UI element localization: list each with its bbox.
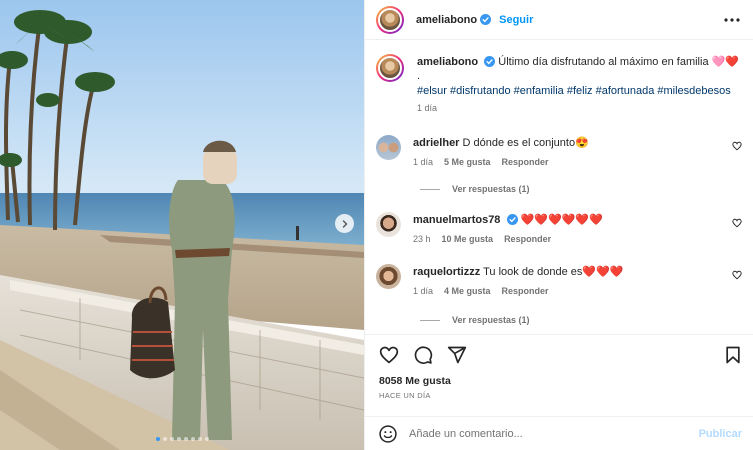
verified-icon: [506, 214, 518, 225]
commenter-avatar[interactable]: [376, 212, 401, 237]
comments-section[interactable]: ameliabono Último día disfrutando al máx…: [365, 40, 753, 334]
author-avatar[interactable]: [376, 5, 404, 34]
reply-button[interactable]: Responder: [502, 157, 549, 167]
add-comment-bar: Añade un comentario... Publicar: [365, 416, 753, 450]
comment-username[interactable]: raquelortizzz: [413, 266, 480, 278]
comment-text: ❤️❤️❤️❤️❤️❤️: [520, 214, 603, 226]
comment-like-button[interactable]: [732, 141, 742, 154]
comment-item: raquelortizzz Tu look de donde es❤️❤️❤️ …: [376, 264, 742, 296]
post-panel: ameliabono Seguir ameliabono Último día …: [364, 0, 753, 450]
chevron-right-icon: [342, 219, 347, 228]
commenter-avatar[interactable]: [376, 264, 401, 289]
hashtag[interactable]: #feliz: [567, 85, 593, 97]
comment-age[interactable]: 1 día: [413, 286, 433, 296]
view-replies-label: Ver respuestas (1): [452, 184, 530, 194]
comment-likes[interactable]: 4 Me gusta: [444, 286, 491, 296]
post-actions: 8058 Me gusta HACE UN DÍA: [365, 334, 753, 416]
comment-button[interactable]: [413, 345, 433, 365]
heart-icon: [732, 141, 742, 151]
emoji-button[interactable]: [378, 424, 398, 444]
carousel-dot: [204, 437, 209, 441]
verified-icon: [484, 56, 496, 67]
comment-age[interactable]: 1 día: [413, 157, 433, 167]
carousel-indicator: [0, 437, 364, 441]
more-icon: [724, 17, 740, 22]
comment-age[interactable]: 23 h: [413, 234, 431, 244]
comment-input[interactable]: Añade un comentario...: [409, 428, 699, 440]
carousel-dot: [162, 437, 167, 441]
heart-icon: [732, 270, 742, 280]
post-header: ameliabono Seguir: [365, 0, 753, 40]
carousel-dot: [190, 437, 195, 441]
view-replies-label: Ver respuestas (1): [452, 315, 530, 325]
caption-text: Último día disfrutando al máximo en fami…: [498, 56, 740, 68]
view-replies-button[interactable]: Ver respuestas (1): [420, 315, 530, 325]
comment-username[interactable]: manuelmartos78: [413, 214, 500, 226]
bookmark-icon: [726, 346, 740, 364]
author-username[interactable]: ameliabono: [416, 14, 477, 26]
comment-icon: [414, 346, 433, 364]
caption-dot: .: [417, 70, 421, 82]
carousel-next-button[interactable]: [335, 214, 354, 233]
share-icon: [447, 346, 467, 364]
beach-photo: [0, 0, 364, 450]
comment-likes[interactable]: 10 Me gusta: [442, 234, 494, 244]
heart-icon: [732, 218, 742, 228]
hashtag[interactable]: #disfrutando: [450, 85, 511, 97]
comment-item: adrielher D dónde es el conjunto😍 1 día …: [376, 135, 742, 167]
commenter-avatar[interactable]: [376, 135, 401, 160]
hashtag[interactable]: #milesdebesos: [657, 85, 730, 97]
caption-age[interactable]: 1 día: [417, 103, 437, 113]
comment-like-button[interactable]: [732, 270, 742, 283]
reply-button[interactable]: Responder: [502, 286, 549, 296]
carousel-dot: [155, 437, 160, 441]
hashtag[interactable]: #enfamilia: [514, 85, 564, 97]
post-timestamp: HACE UN DÍA: [379, 391, 431, 400]
heart-icon: [379, 346, 399, 364]
comment-username[interactable]: adrielher: [413, 137, 459, 149]
caption-username[interactable]: ameliabono: [417, 56, 478, 68]
comment-like-button[interactable]: [732, 218, 742, 231]
like-button[interactable]: [379, 345, 399, 365]
carousel-dot: [176, 437, 181, 441]
more-options-button[interactable]: [723, 17, 741, 23]
save-button[interactable]: [724, 345, 742, 365]
carousel-dot: [169, 437, 174, 441]
post-photo[interactable]: [0, 0, 364, 450]
comment-item: manuelmartos78 ❤️❤️❤️❤️❤️❤️ 23 h 10 Me g…: [376, 212, 742, 244]
author-avatar[interactable]: [376, 54, 404, 82]
hashtag[interactable]: #afortunada: [596, 85, 655, 97]
post-caption: ameliabono Último día disfrutando al máx…: [376, 54, 742, 113]
verified-icon: [480, 14, 492, 25]
carousel-dot: [197, 437, 202, 441]
share-button[interactable]: [447, 345, 467, 365]
carousel-dot: [183, 437, 188, 441]
comment-likes[interactable]: 5 Me gusta: [444, 157, 491, 167]
likes-count[interactable]: 8058 Me gusta: [365, 375, 753, 387]
emoji-icon: [379, 424, 397, 443]
caption-hashtags: #elsur #disfrutando #enfamilia #feliz #a…: [417, 83, 742, 99]
publish-button[interactable]: Publicar: [699, 428, 742, 440]
view-replies-button[interactable]: Ver respuestas (1): [420, 184, 530, 194]
follow-button[interactable]: Seguir: [499, 14, 533, 26]
reply-button[interactable]: Responder: [504, 234, 551, 244]
hashtag[interactable]: #elsur: [417, 85, 447, 97]
comment-text: D dónde es el conjunto😍: [462, 137, 589, 149]
comment-text: Tu look de donde es❤️❤️❤️: [483, 266, 624, 278]
